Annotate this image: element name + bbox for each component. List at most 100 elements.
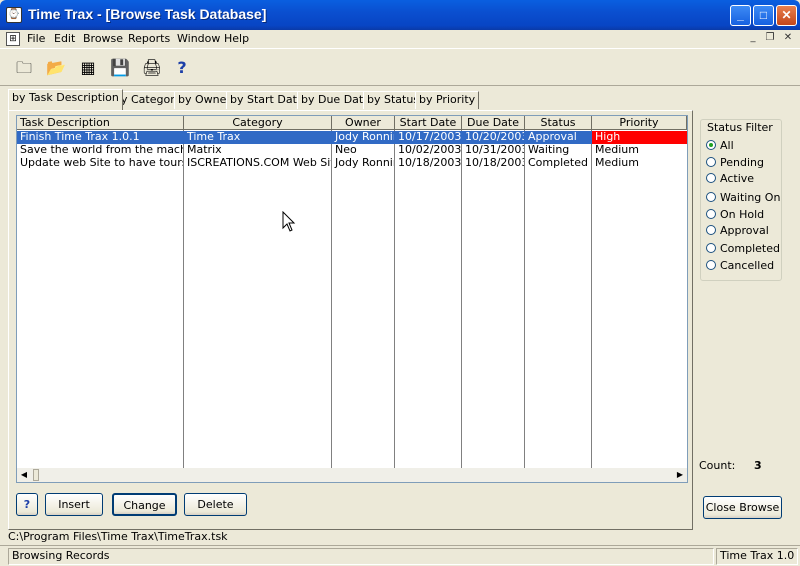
cell-owner: Jody Ronning	[335, 157, 394, 169]
column-divider	[461, 130, 462, 468]
mdi-restore-button[interactable]: ❐	[762, 32, 778, 46]
column-header-category[interactable]: Category	[184, 116, 332, 130]
menu-help[interactable]: Help	[224, 32, 249, 45]
column-divider	[331, 130, 332, 468]
cell-owner: Neo	[335, 144, 357, 156]
open-folder-icon[interactable]: 📂	[44, 57, 68, 79]
radio-waiting-on[interactable]: Waiting On	[706, 191, 780, 204]
radio-approval[interactable]: Approval	[706, 224, 769, 237]
column-header-due-date[interactable]: Due Date	[462, 116, 525, 130]
tab-by-task-description[interactable]: by Task Description	[8, 89, 123, 110]
cell-task-description: Save the world from the machines	[20, 144, 183, 156]
scroll-thumb[interactable]	[33, 469, 39, 481]
grid-view-icon[interactable]: ▦	[76, 57, 100, 79]
cell-owner: Jody Ronning	[335, 131, 394, 143]
save-disk-icon[interactable]: 💾	[108, 57, 132, 79]
cell-task-description: Finish Time Trax 1.0.1	[20, 131, 140, 143]
radio-all[interactable]: All	[706, 139, 734, 152]
database-path: C:\Program Files\Time Trax\TimeTrax.tsk	[8, 530, 228, 543]
radio-indicator[interactable]	[706, 157, 716, 167]
cell-category: ISCREATIONS.COM Web Site	[187, 157, 331, 169]
radio-completed[interactable]: Completed	[706, 242, 780, 255]
radio-indicator[interactable]	[706, 225, 716, 235]
mdi-minimize-button[interactable]: _	[745, 32, 761, 46]
table-row[interactable]: Update web Site to have tours for each p…	[17, 157, 687, 170]
menu-reports[interactable]: Reports	[128, 32, 170, 45]
cell-category: Time Trax	[187, 131, 241, 143]
count-label: Count:	[699, 459, 736, 472]
minimize-button[interactable]: _	[730, 5, 751, 26]
task-grid[interactable]: Task Description Category Owner Start Da…	[16, 115, 688, 483]
window-title: Time Trax - [Browse Task Database]	[28, 6, 267, 22]
table-row[interactable]: Finish Time Trax 1.0.1 Time Trax Jody Ro…	[17, 131, 687, 144]
menu-edit[interactable]: Edit	[54, 32, 75, 45]
cell-status: Approval	[528, 131, 577, 143]
grid-header: Task Description Category Owner Start Da…	[17, 116, 687, 130]
radio-active[interactable]: Active	[706, 172, 754, 185]
mdi-close-button[interactable]: ✕	[780, 32, 796, 46]
column-divider	[524, 130, 525, 468]
cell-priority: Medium	[595, 157, 639, 169]
scroll-right-arrow-icon[interactable]: ▶	[673, 468, 687, 482]
insert-button[interactable]: Insert	[45, 493, 103, 516]
tab-by-start-date[interactable]: by Start Date	[226, 91, 308, 109]
app-icon[interactable]: ⌚	[6, 7, 22, 23]
cell-priority: High	[592, 131, 687, 144]
mouse-cursor-icon	[282, 211, 296, 232]
radio-indicator[interactable]	[706, 243, 716, 253]
menu-bar: ⊞ File Edit Browse Reports Window Help _…	[0, 30, 800, 48]
radio-indicator[interactable]	[706, 173, 716, 183]
radio-indicator[interactable]	[706, 192, 716, 202]
menu-browse[interactable]: Browse	[83, 32, 123, 45]
cell-start-date: 10/02/2003	[398, 144, 461, 156]
print-icon[interactable]: 🖨	[140, 57, 164, 79]
horizontal-scrollbar[interactable]: ◀ ▶	[17, 468, 687, 482]
radio-on-hold[interactable]: On Hold	[706, 208, 764, 221]
cell-due-date: 10/20/2003	[465, 131, 524, 143]
column-header-start-date[interactable]: Start Date	[395, 116, 462, 130]
toolbar: 🗀 📂 ▦ 💾 🖨 ?	[0, 48, 800, 86]
close-button[interactable]: ✕	[776, 5, 797, 26]
status-text: Browsing Records	[8, 548, 714, 565]
column-divider	[591, 130, 592, 468]
scroll-left-arrow-icon[interactable]: ◀	[17, 468, 31, 482]
menu-file[interactable]: File	[27, 32, 45, 45]
cell-start-date: 10/17/2003	[398, 131, 461, 143]
cell-start-date: 10/18/2003	[398, 157, 461, 169]
radio-pending[interactable]: Pending	[706, 156, 764, 169]
cell-task-description: Update web Site to have tours for each p…	[20, 157, 183, 169]
menu-window[interactable]: Window	[177, 32, 220, 45]
title-bar: ⌚ Time Trax - [Browse Task Database] _ □…	[0, 0, 800, 30]
delete-button[interactable]: Delete	[184, 493, 247, 516]
column-divider	[394, 130, 395, 468]
radio-indicator[interactable]	[706, 260, 716, 270]
maximize-button[interactable]: □	[753, 5, 774, 26]
radio-cancelled[interactable]: Cancelled	[706, 259, 774, 272]
status-filter-title: Status Filter	[706, 121, 774, 134]
tab-by-priority[interactable]: by Priority	[415, 91, 480, 109]
new-folder-icon[interactable]: 🗀	[12, 57, 36, 79]
count-value: 3	[754, 459, 762, 472]
column-divider	[183, 130, 184, 468]
change-button[interactable]: Change	[112, 493, 177, 516]
radio-indicator[interactable]	[706, 209, 716, 219]
cell-status: Waiting	[528, 144, 570, 156]
version-text: Time Trax 1.0	[716, 548, 798, 565]
cell-category: Matrix	[187, 144, 222, 156]
table-row[interactable]: Save the world from the machines Matrix …	[17, 144, 687, 157]
close-browse-button[interactable]: Close Browse	[703, 496, 782, 519]
column-header-task-description[interactable]: Task Description	[17, 116, 184, 130]
cell-priority: Medium	[595, 144, 639, 156]
status-bar: Browsing Records Time Trax 1.0	[0, 545, 800, 566]
cell-status: Completed	[528, 157, 588, 169]
document-icon[interactable]: ⊞	[6, 32, 20, 46]
column-header-priority[interactable]: Priority	[592, 116, 687, 130]
radio-indicator[interactable]	[706, 140, 716, 150]
tab-strip: by Task Description by Category by Owner…	[8, 89, 480, 111]
cell-due-date: 10/31/2003	[465, 144, 524, 156]
help-icon[interactable]: ?	[170, 57, 194, 79]
column-header-owner[interactable]: Owner	[332, 116, 395, 130]
help-button[interactable]: ?	[16, 493, 38, 516]
cell-due-date: 10/18/2003	[465, 157, 524, 169]
column-header-status[interactable]: Status	[525, 116, 592, 130]
